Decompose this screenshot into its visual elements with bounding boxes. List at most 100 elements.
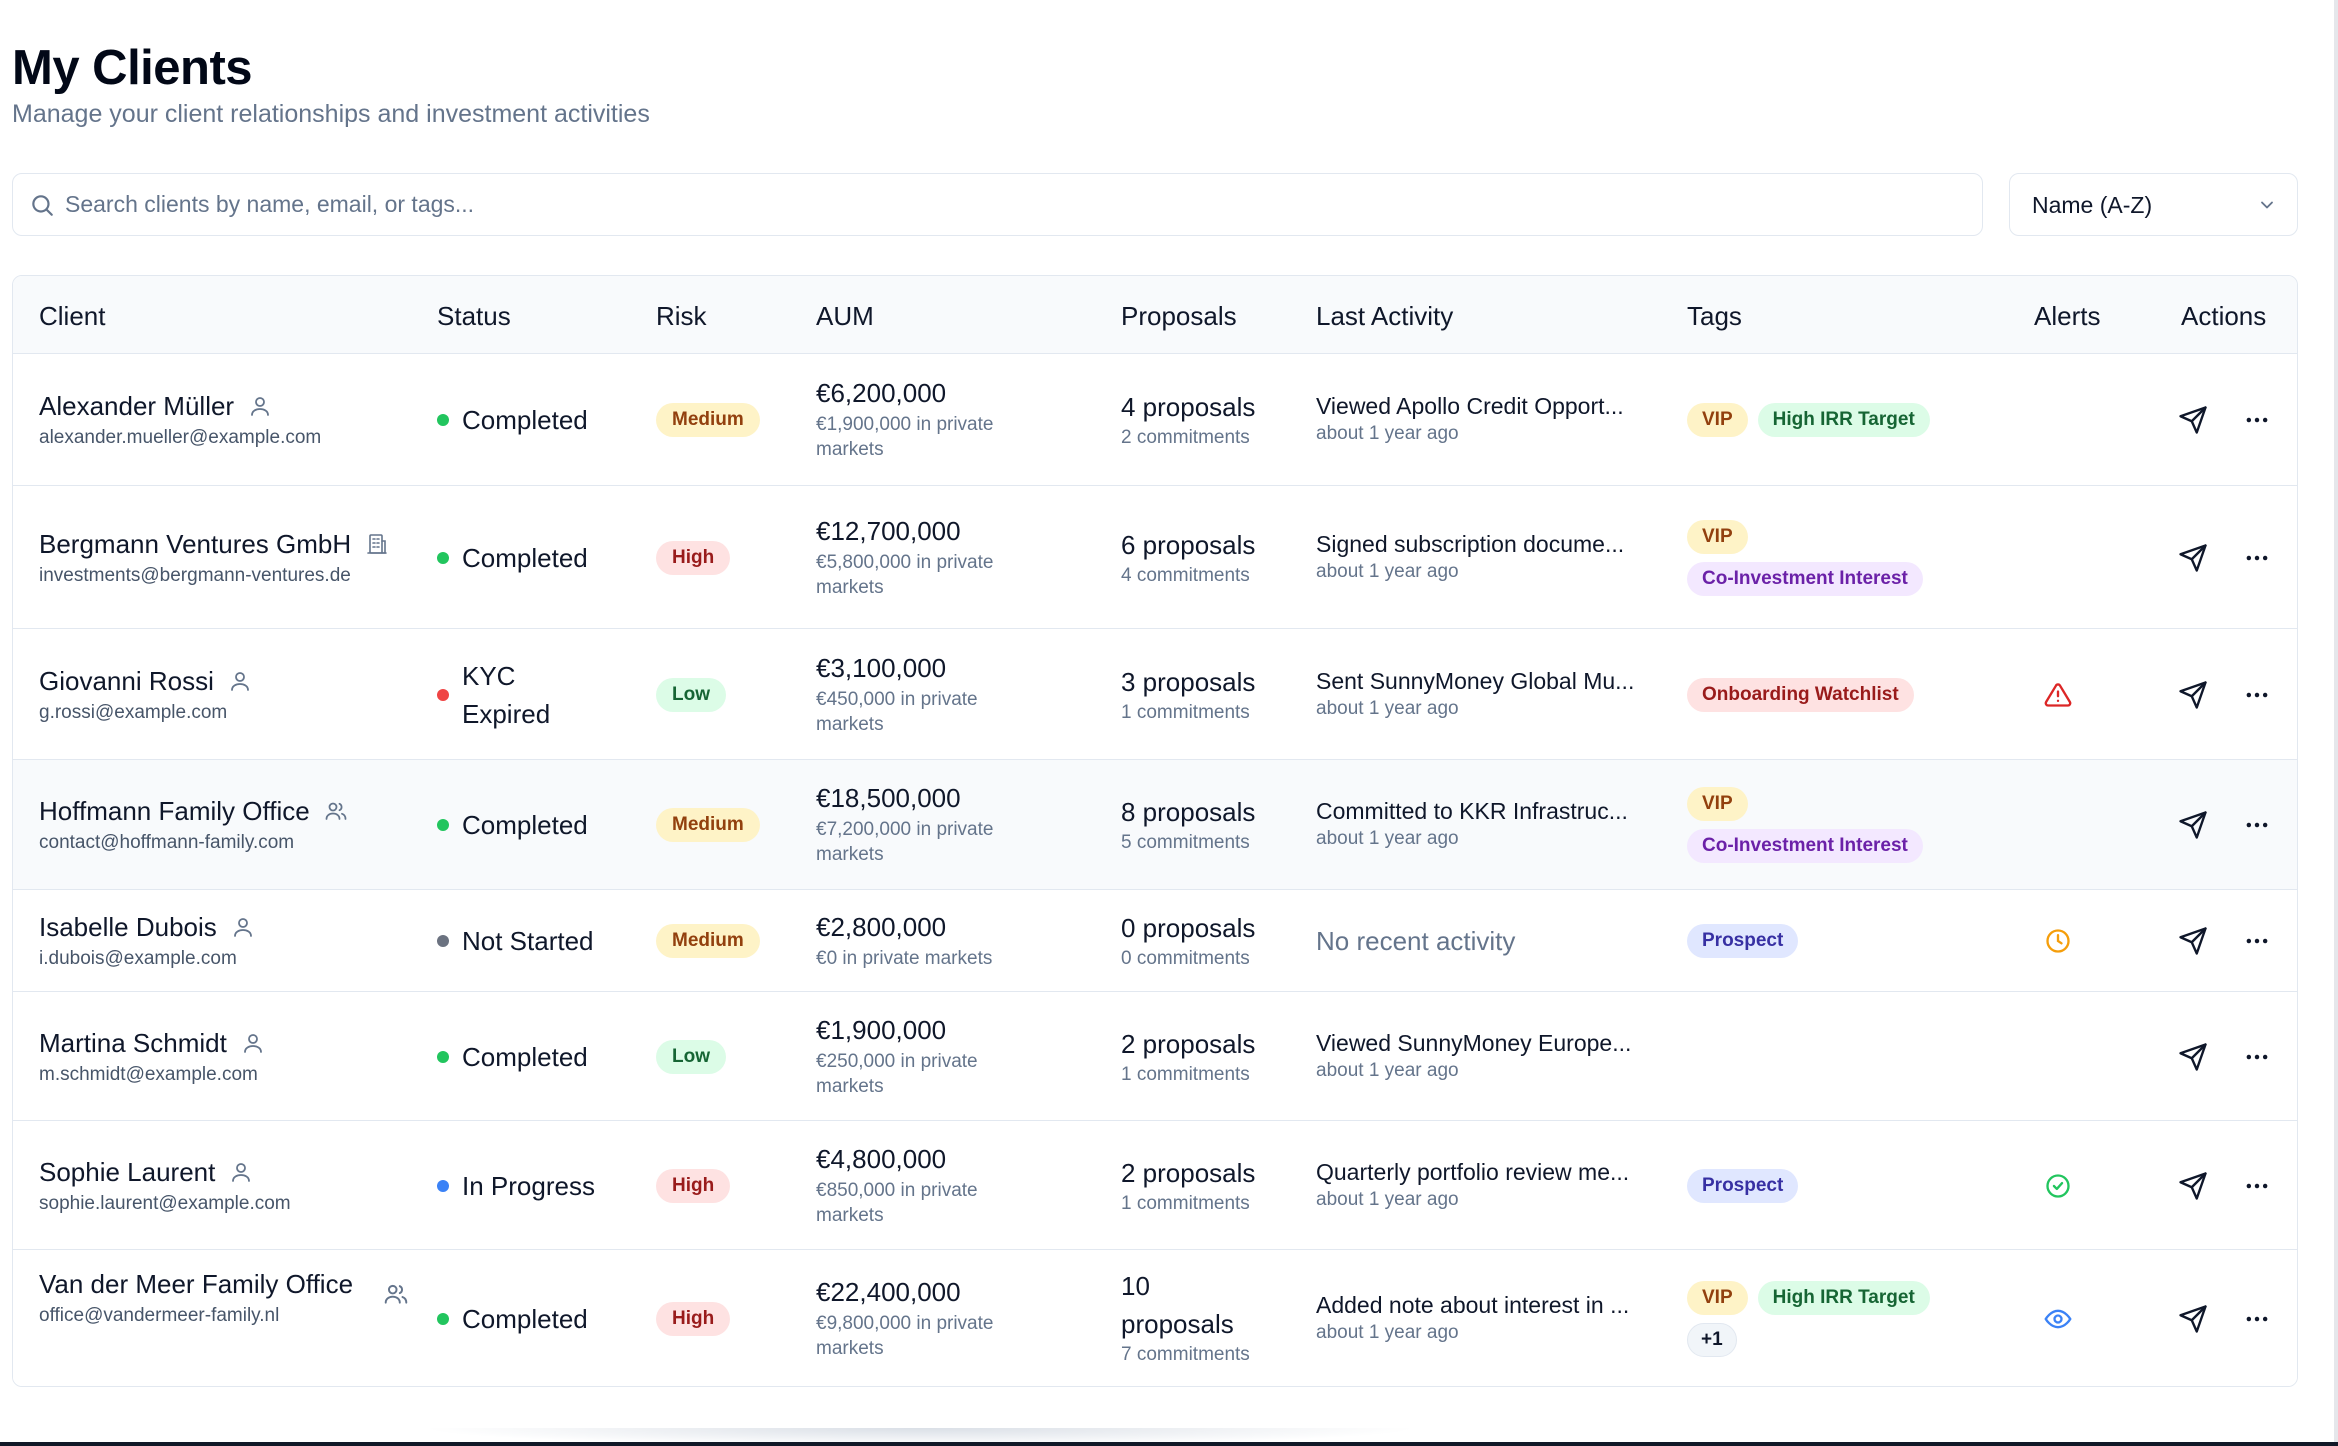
more-options-icon[interactable] [2243, 927, 2271, 955]
aum-value: €22,400,000 [816, 1277, 961, 1307]
proposals-cell[interactable]: 0 proposals 0 commitments [1121, 909, 1291, 971]
client-name[interactable]: Sophie Laurent [39, 1157, 215, 1187]
client-cell[interactable]: Bergmann Ventures GmbH investments@bergm… [39, 525, 409, 587]
proposals-count[interactable]: 0 proposals [1121, 909, 1291, 947]
client-cell[interactable]: Giovanni Rossi g.rossi@example.com [39, 662, 409, 724]
table-row[interactable]: Giovanni Rossi g.rossi@example.com KYC E… [13, 629, 2297, 760]
search-input[interactable] [65, 174, 1965, 234]
proposals-cell[interactable]: 3 proposals 1 commitments [1121, 663, 1291, 725]
risk-cell: High [656, 1302, 731, 1336]
more-options-icon[interactable] [2243, 544, 2271, 572]
proposals-count[interactable]: 4 proposals [1121, 388, 1291, 426]
proposals-cell[interactable]: 8 proposals 5 commitments [1121, 793, 1291, 855]
client-name[interactable]: Alexander Müller [39, 391, 234, 421]
page-title: My Clients [12, 41, 253, 95]
more-options-icon[interactable] [2243, 1305, 2271, 1333]
more-options-icon[interactable] [2243, 1043, 2271, 1071]
more-options-icon[interactable] [2243, 811, 2271, 839]
proposals-count[interactable]: 2 proposals [1121, 1025, 1291, 1063]
last-activity-cell: Quarterly portfolio review me... about 1… [1316, 1157, 1656, 1213]
proposals-count[interactable]: 6 proposals [1121, 526, 1291, 564]
tag-line: VIP High IRR Target [1687, 403, 1987, 437]
user-icon [228, 669, 252, 693]
client-email: m.schmidt@example.com [39, 1063, 258, 1085]
table-row[interactable]: Hoffmann Family Office contact@hoffmann-… [13, 760, 2297, 890]
column-header-aum[interactable]: AUM [816, 301, 874, 332]
tag-co-investment-interest: Co-Investment Interest [1687, 561, 1923, 596]
clock-icon[interactable] [2044, 927, 2072, 955]
client-cell[interactable]: Van der Meer Family Office office@vander… [39, 1265, 409, 1327]
client-cell[interactable]: Hoffmann Family Office contact@hoffmann-… [39, 792, 409, 854]
send-icon[interactable] [2178, 543, 2208, 573]
activity-text: Quarterly portfolio review me... [1316, 1158, 1630, 1185]
column-header-client[interactable]: Client [39, 301, 105, 332]
sort-select[interactable]: Name (A-Z) [2009, 173, 2298, 236]
activity-time: about 1 year ago [1316, 1059, 1459, 1081]
table-row[interactable]: Martina Schmidt m.schmidt@example.com Co… [13, 992, 2297, 1121]
proposals-cell[interactable]: 4 proposals 2 commitments [1121, 388, 1291, 450]
tag-1[interactable]: +1 [1687, 1323, 1737, 1357]
client-name[interactable]: Giovanni Rossi [39, 666, 214, 696]
table-row[interactable]: Sophie Laurent sophie.laurent@example.co… [13, 1121, 2297, 1250]
table-row[interactable]: Van der Meer Family Office office@vander… [13, 1250, 2297, 1386]
send-icon[interactable] [2178, 680, 2208, 710]
table-row[interactable]: Isabelle Dubois i.dubois@example.com Not… [13, 890, 2297, 992]
tag-vip: VIP [1687, 519, 1748, 554]
warning-triangle-icon[interactable] [2044, 681, 2072, 709]
proposals-count[interactable]: 10 proposals [1121, 1267, 1234, 1343]
proposals-cell[interactable]: 2 proposals 1 commitments [1121, 1025, 1291, 1087]
column-header-last-activity[interactable]: Last Activity [1316, 301, 1453, 332]
send-icon[interactable] [2178, 926, 2208, 956]
client-name[interactable]: Martina Schmidt [39, 1028, 227, 1058]
proposals-cell[interactable]: 10 proposals 7 commitments [1121, 1267, 1291, 1367]
table-row[interactable]: Bergmann Ventures GmbH investments@bergm… [13, 486, 2297, 629]
proposals-count[interactable]: 3 proposals [1121, 663, 1291, 701]
aum-private: €450,000 in private markets [816, 688, 978, 735]
commitments-count: 4 commitments [1121, 564, 1250, 586]
send-icon[interactable] [2178, 810, 2208, 840]
search-box[interactable] [12, 173, 1983, 236]
column-header-risk[interactable]: Risk [656, 301, 707, 332]
proposals-count[interactable]: 8 proposals [1121, 793, 1291, 831]
more-options-icon[interactable] [2243, 406, 2271, 434]
aum-value: €2,800,000 [816, 912, 947, 942]
send-icon[interactable] [2178, 1304, 2208, 1334]
page-subtitle: Manage your client relationships and inv… [12, 100, 650, 128]
client-name[interactable]: Isabelle Dubois [39, 912, 217, 942]
eye-icon[interactable] [2044, 1305, 2072, 1333]
more-options-icon[interactable] [2243, 1172, 2271, 1200]
more-options-icon[interactable] [2243, 681, 2271, 709]
send-icon[interactable] [2178, 1042, 2208, 1072]
table-row[interactable]: Alexander Müller alexander.mueller@examp… [13, 354, 2297, 486]
commitments-count: 2 commitments [1121, 427, 1250, 448]
last-activity-cell: Sent SunnyMoney Global Mu... about 1 yea… [1316, 666, 1656, 722]
client-name[interactable]: Van der Meer Family Office [39, 1269, 353, 1299]
client-cell[interactable]: Alexander Müller alexander.mueller@examp… [39, 387, 409, 449]
status-cell: Not Started [437, 922, 637, 960]
column-header-proposals[interactable]: Proposals [1121, 301, 1237, 332]
aum-cell: €12,700,000 €5,800,000 in private market… [816, 514, 1056, 600]
send-icon[interactable] [2178, 405, 2208, 435]
proposals-cell[interactable]: 6 proposals 4 commitments [1121, 526, 1291, 588]
risk-cell: Medium [656, 403, 760, 437]
client-cell[interactable]: Martina Schmidt m.schmidt@example.com [39, 1024, 409, 1086]
proposals-count[interactable]: 2 proposals [1121, 1154, 1291, 1192]
clients-table: Client Status Risk AUM Proposals Last Ac… [12, 275, 2298, 1387]
proposals-cell[interactable]: 2 proposals 1 commitments [1121, 1154, 1291, 1216]
chevron-down-icon [2261, 201, 2273, 209]
aum-cell: €4,800,000 €850,000 in private markets [816, 1142, 1056, 1228]
risk-cell: High [656, 540, 731, 575]
status-dot [437, 819, 449, 831]
client-cell[interactable]: Sophie Laurent sophie.laurent@example.co… [39, 1153, 409, 1215]
send-icon[interactable] [2178, 1171, 2208, 1201]
client-name[interactable]: Hoffmann Family Office [39, 796, 310, 826]
client-cell[interactable]: Isabelle Dubois i.dubois@example.com [39, 908, 409, 970]
client-name[interactable]: Bergmann Ventures GmbH [39, 529, 351, 559]
table-header: Client Status Risk AUM Proposals Last Ac… [13, 276, 2297, 354]
column-header-status[interactable]: Status [437, 301, 511, 332]
client-email: sophie.laurent@example.com [39, 1192, 291, 1214]
tag-onboarding-watchlist: Onboarding Watchlist [1687, 677, 1914, 712]
tag-prospect: Prospect [1687, 1168, 1799, 1203]
check-circle-icon[interactable] [2044, 1172, 2072, 1200]
tag-line: +1 [1687, 1323, 1987, 1357]
